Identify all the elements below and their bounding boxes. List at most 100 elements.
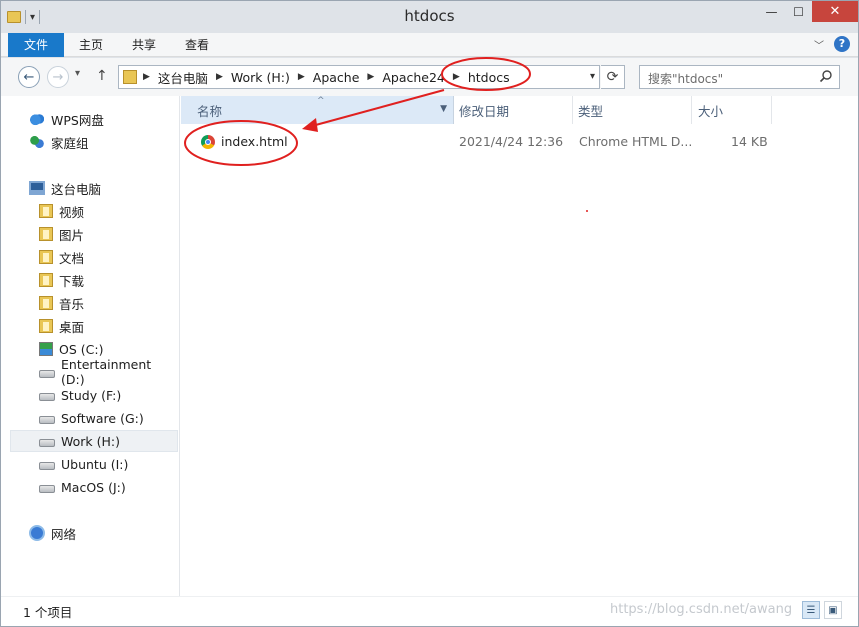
sidebar-item-documents[interactable]: 文档 <box>39 246 174 268</box>
help-icon[interactable]: ? <box>834 36 850 52</box>
tab-share[interactable]: 共享 <box>121 33 167 57</box>
sidebar-item-entertainment-d[interactable]: Entertainment (D:) <box>39 357 174 387</box>
sidebar-item-desktop[interactable]: 桌面 <box>39 315 174 337</box>
watermark: https://blog.csdn.net/awang <box>610 602 793 617</box>
column-header-modified[interactable]: 修改日期 <box>454 96 573 124</box>
file-list: 名称 ^ ▼ 修改日期 类型 大小 index.html 2021/4/24 1… <box>181 96 858 596</box>
breadcrumb-item[interactable]: Apache <box>313 70 360 85</box>
tab-home[interactable]: 主页 <box>68 33 114 57</box>
library-icon <box>39 319 53 333</box>
window-title: htdocs <box>404 7 455 25</box>
large-icons-view-icon[interactable]: ▣ <box>824 601 842 619</box>
expand-ribbon-icon[interactable]: ﹀ <box>814 37 824 52</box>
drive-icon <box>39 416 55 424</box>
breadcrumb-item-current[interactable]: htdocs <box>468 70 510 85</box>
column-header-name[interactable]: 名称 ^ ▼ <box>181 96 454 124</box>
maximize-button[interactable]: ☐ <box>785 1 812 22</box>
sidebar-item-label: Ubuntu (I:) <box>61 456 129 472</box>
sidebar-item-ubuntu-i[interactable]: Ubuntu (I:) <box>39 453 174 475</box>
sidebar-item-macos-j[interactable]: MacOS (J:) <box>39 476 174 498</box>
column-header-label: 类型 <box>578 103 604 119</box>
search-icon[interactable] <box>819 69 833 83</box>
file-name-cell[interactable]: index.html <box>201 129 288 155</box>
homegroup-icon <box>29 134 45 150</box>
chevron-down-icon[interactable]: ▼ <box>440 104 447 114</box>
sidebar-item-label: OS (C:) <box>59 341 104 357</box>
address-dropdown-icon[interactable]: ▾ <box>590 71 595 82</box>
library-icon <box>39 296 53 310</box>
chevron-right-icon[interactable]: ▶ <box>367 72 374 82</box>
sidebar-item-pictures[interactable]: 图片 <box>39 223 174 245</box>
sidebar-item-music[interactable]: 音乐 <box>39 292 174 314</box>
chevron-right-icon[interactable]: ▶ <box>216 72 223 82</box>
sidebar-item-software-g[interactable]: Software (G:) <box>39 407 174 429</box>
computer-icon <box>29 181 45 195</box>
sidebar-item-label: 这台电脑 <box>51 181 102 197</box>
column-header-label: 名称 <box>197 103 223 119</box>
drive-icon <box>39 393 55 401</box>
item-count: 1 个项目 <box>23 605 73 620</box>
network-icon <box>29 525 45 541</box>
library-icon <box>39 227 53 241</box>
sidebar-item-homegroup[interactable]: 家庭组 <box>29 131 169 153</box>
minimize-button[interactable]: — <box>758 1 785 22</box>
sidebar-item-label: 网络 <box>51 526 77 542</box>
sidebar-item-label: WPS网盘 <box>51 112 104 128</box>
sidebar-item-label: Entertainment (D:) <box>61 357 152 387</box>
sidebar-item-label: 视频 <box>59 204 85 220</box>
sidebar-item-label: Work (H:) <box>61 433 120 449</box>
window-controls: — ☐ ✕ <box>758 1 858 22</box>
chevron-right-icon[interactable]: ▶ <box>298 72 305 82</box>
file-name: index.html <box>221 134 288 149</box>
view-toggle: ☰ ▣ <box>802 601 842 619</box>
chevron-right-icon[interactable]: ▶ <box>453 72 460 82</box>
sidebar-item-label: 文档 <box>59 250 85 266</box>
refresh-button[interactable]: ⟳ <box>601 65 625 89</box>
sidebar-item-label: Software (G:) <box>61 410 144 426</box>
cloud-icon <box>29 111 45 127</box>
tab-file[interactable]: 文件 <box>8 33 64 57</box>
sidebar-item-videos[interactable]: 视频 <box>39 200 174 222</box>
sidebar-item-this-pc[interactable]: 这台电脑 <box>29 177 169 199</box>
up-button[interactable]: ↑ <box>96 68 108 84</box>
sidebar-item-label: 桌面 <box>59 319 85 335</box>
back-button[interactable]: ← <box>18 66 40 88</box>
column-header-size[interactable]: 大小 <box>692 96 772 124</box>
sidebar-item-network[interactable]: 网络 <box>29 522 169 544</box>
file-row[interactable]: index.html 2021/4/24 12:36 Chrome HTML D… <box>181 129 858 155</box>
forward-button[interactable]: → <box>47 66 69 88</box>
sidebar-item-downloads[interactable]: 下载 <box>39 269 174 291</box>
library-icon <box>39 250 53 264</box>
explorer-window: ▾ htdocs — ☐ ✕ 文件 主页 共享 查看 ﹀ ? ← → ▾ ↑ ▶… <box>0 0 859 627</box>
title-bar: ▾ htdocs — ☐ ✕ <box>1 1 858 33</box>
sidebar-item-label: Study (F:) <box>61 387 122 403</box>
address-bar[interactable]: ▶ 这台电脑 ▶ Work (H:) ▶ Apache ▶ Apache24 ▶… <box>118 65 600 89</box>
navigation-bar: ← → ▾ ↑ ▶ 这台电脑 ▶ Work (H:) ▶ Apache ▶ Ap… <box>1 58 858 96</box>
tab-view[interactable]: 查看 <box>174 33 220 57</box>
close-button[interactable]: ✕ <box>812 1 858 22</box>
sidebar-item-wps[interactable]: WPS网盘 <box>29 108 169 130</box>
breadcrumb-item[interactable]: Work (H:) <box>231 70 290 85</box>
breadcrumb-item[interactable]: 这台电脑 <box>158 68 208 87</box>
search-placeholder: 搜索"htdocs" <box>648 72 724 86</box>
search-input[interactable]: 搜索"htdocs" <box>639 65 840 89</box>
sidebar-item-work-h[interactable]: Work (H:) <box>10 430 178 452</box>
column-header-type[interactable]: 类型 <box>573 96 692 124</box>
chrome-icon <box>201 135 215 149</box>
sidebar-item-label: MacOS (J:) <box>61 479 126 495</box>
os-drive-icon <box>39 342 53 356</box>
sidebar-item-label: 家庭组 <box>51 135 89 151</box>
chevron-right-icon[interactable]: ▶ <box>143 72 150 82</box>
status-bar: 1 个项目 https://blog.csdn.net/awang ☰ ▣ <box>1 596 858 626</box>
drive-icon <box>39 462 55 470</box>
drive-icon <box>39 370 55 378</box>
recent-locations-icon[interactable]: ▾ <box>75 68 80 79</box>
breadcrumb: ▶ 这台电脑 ▶ Work (H:) ▶ Apache ▶ Apache24 ▶… <box>143 66 510 88</box>
folder-icon <box>123 70 137 84</box>
sidebar-item-label: 下载 <box>59 273 85 289</box>
drive-icon <box>39 439 55 447</box>
sidebar-item-label: 图片 <box>59 227 85 243</box>
breadcrumb-item[interactable]: Apache24 <box>382 70 445 85</box>
details-view-icon[interactable]: ☰ <box>802 601 820 619</box>
sidebar-item-study-f[interactable]: Study (F:) <box>39 384 174 406</box>
